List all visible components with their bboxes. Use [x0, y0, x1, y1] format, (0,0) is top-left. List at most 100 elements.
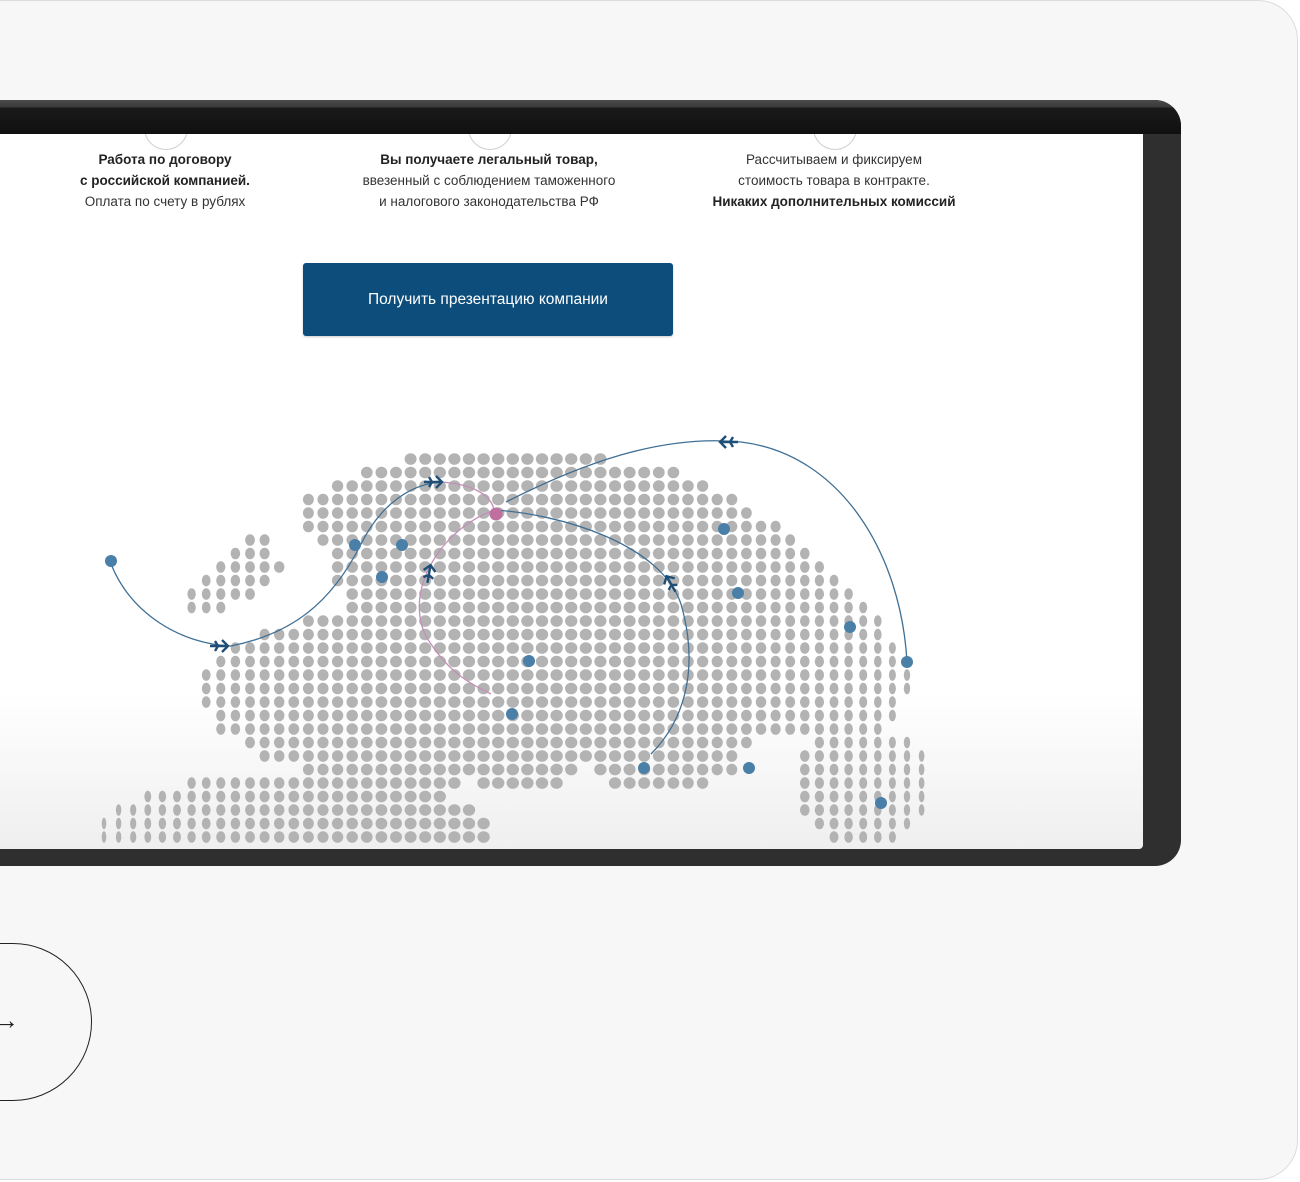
map-dot — [652, 588, 665, 600]
map-dot — [711, 723, 723, 735]
city-dot — [376, 571, 388, 583]
map-dot — [375, 831, 388, 843]
map-dot — [565, 615, 578, 627]
map-dot — [859, 804, 868, 816]
map-dot — [419, 655, 432, 668]
map-dot — [506, 750, 519, 762]
map-dot — [259, 642, 270, 654]
map-dot — [711, 669, 723, 681]
map-dot — [331, 763, 344, 776]
map-dot — [317, 831, 329, 843]
map-dot — [302, 655, 314, 668]
map-dot — [521, 520, 534, 533]
map-dot — [448, 736, 461, 749]
map-dot — [448, 709, 461, 722]
map-dot — [535, 493, 549, 506]
map-dot — [360, 615, 373, 627]
map-dot — [302, 493, 314, 506]
map-dot — [652, 480, 665, 492]
map-dot — [652, 547, 665, 560]
map-dot — [682, 709, 694, 722]
map-dot — [448, 547, 461, 560]
map-dot — [492, 669, 505, 681]
map-dot — [448, 507, 461, 519]
map-dot — [404, 642, 417, 654]
map-dot — [506, 507, 519, 519]
map-dot — [375, 777, 388, 789]
map-dot — [331, 615, 344, 627]
map-dot — [741, 534, 752, 546]
map-dot — [652, 520, 665, 533]
map-dot — [462, 588, 476, 600]
map-dot — [770, 696, 781, 708]
map-dot — [594, 736, 607, 749]
map-dot — [814, 574, 825, 587]
map-dot — [477, 763, 490, 776]
map-dot — [711, 682, 723, 695]
map-dot — [565, 588, 578, 600]
map-dot — [375, 534, 388, 546]
map-dot — [608, 588, 622, 600]
map-dot — [521, 493, 534, 506]
map-dot — [419, 696, 432, 708]
map-dot — [331, 750, 344, 762]
map-dot — [682, 588, 694, 600]
map-dot — [433, 601, 446, 614]
map-dot — [360, 655, 373, 668]
map-dot — [696, 493, 709, 506]
map-dot — [158, 790, 167, 803]
map-dot — [273, 723, 285, 735]
map-dot — [173, 790, 181, 803]
map-dot — [594, 655, 607, 668]
map-dot — [360, 601, 373, 614]
map-dot — [419, 507, 432, 519]
map-dot — [331, 642, 344, 654]
map-dot — [375, 628, 388, 641]
map-dot — [477, 480, 490, 492]
map-dot — [492, 642, 505, 654]
map-dot — [799, 588, 810, 600]
map-dot — [888, 777, 896, 789]
map-dot — [375, 817, 388, 830]
map-dot — [404, 777, 417, 789]
map-dot — [814, 804, 825, 816]
map-dot — [433, 534, 446, 546]
map-dot — [216, 790, 226, 803]
map-dot — [173, 817, 181, 830]
map-dot — [696, 669, 709, 681]
map-dot — [652, 642, 665, 654]
map-dot — [579, 736, 592, 749]
map-dot — [462, 453, 476, 465]
map-dot — [623, 561, 636, 573]
more-button[interactable]: ее → — [0, 943, 92, 1101]
map-dot — [903, 682, 911, 695]
map-dot — [477, 723, 490, 735]
map-dot — [829, 682, 839, 695]
map-dot — [770, 561, 781, 573]
map-dot — [844, 588, 853, 600]
map-dot — [550, 453, 563, 465]
map-dot — [903, 790, 911, 803]
map-dot — [346, 831, 358, 843]
map-dot — [375, 669, 388, 681]
map-dot — [623, 520, 636, 533]
map-dot — [829, 588, 839, 600]
map-dot — [741, 561, 752, 573]
map-dot — [245, 777, 255, 789]
map-dot — [638, 682, 651, 695]
map-dot — [506, 628, 519, 641]
map-dot — [390, 480, 402, 492]
map-dot — [273, 561, 285, 573]
map-dot — [594, 615, 607, 627]
map-dot — [874, 736, 882, 749]
map-dot — [550, 615, 563, 627]
map-dot — [201, 682, 211, 695]
get-presentation-button[interactable]: Получить презентацию компании — [303, 263, 673, 336]
map-dot — [375, 723, 388, 735]
map-dot — [579, 682, 592, 695]
map-dot — [477, 736, 490, 749]
map-dot — [302, 817, 314, 830]
map-dot — [874, 655, 882, 668]
map-dot — [696, 763, 709, 776]
map-dot — [829, 723, 839, 735]
